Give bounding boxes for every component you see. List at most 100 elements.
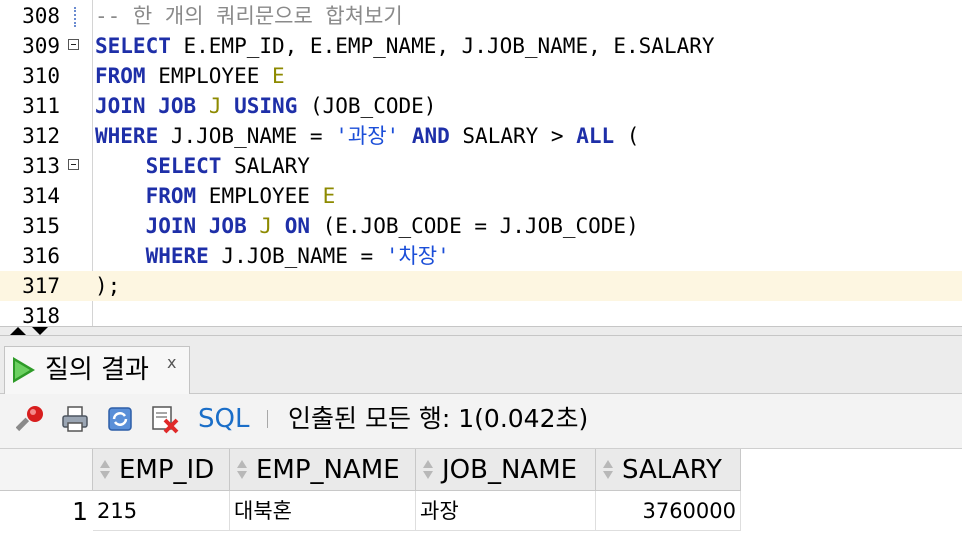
sql-keyword: AND (411, 124, 450, 148)
cell-emp-name[interactable]: 대북혼 (230, 491, 416, 531)
sql-string: '과장' (335, 124, 400, 148)
code-text: FROM EMPLOYEE E (95, 61, 285, 91)
cell-emp-id[interactable]: 215 (93, 491, 230, 531)
sql-alias: J (259, 214, 273, 238)
code-line[interactable]: 314 FROM EMPLOYEE E (0, 181, 962, 211)
close-icon[interactable]: x (167, 353, 176, 373)
fold-toggle-icon[interactable] (68, 159, 79, 170)
sql-text: ( (614, 124, 640, 148)
sql-keyword: FROM (95, 64, 146, 88)
sort-icon[interactable] (99, 460, 111, 480)
sql-keyword: WHERE (145, 244, 209, 268)
sql-text: EMPLOYEE (196, 184, 323, 208)
column-header-label: SALARY (622, 455, 722, 485)
code-text: JOIN JOB J USING (JOB_CODE) (95, 91, 436, 121)
code-line[interactable]: 312 WHERE J.JOB_NAME = '과장' AND SALARY > … (0, 121, 962, 151)
pane-splitter[interactable] (0, 326, 962, 336)
collapse-down-icon[interactable] (32, 327, 48, 335)
grid-corner (0, 449, 93, 491)
sql-keyword: SELECT (95, 34, 171, 58)
sql-string: '차장' (385, 244, 450, 268)
sql-alias: J (208, 94, 222, 118)
run-icon-highlight (15, 361, 30, 379)
row-number: 1 (72, 497, 88, 526)
sort-icon[interactable] (422, 460, 434, 480)
sql-keyword: FROM (145, 184, 197, 208)
column-header-label: EMP_ID (119, 455, 215, 485)
sql-keyword: USING (234, 94, 298, 118)
column-header-salary[interactable]: SALARY (596, 449, 741, 491)
sql-button[interactable]: SQL (198, 402, 249, 436)
line-number: 311 (22, 94, 60, 118)
sort-icon[interactable] (602, 460, 614, 480)
table-row[interactable]: 1 215 대북혼 과장 3760000 (0, 491, 962, 531)
sql-text: J.JOB_NAME = (208, 244, 386, 268)
code-line[interactable]: 310 FROM EMPLOYEE E (0, 61, 962, 91)
code-line[interactable]: 315 JOIN JOB J ON (E.JOB_CODE = J.JOB_CO… (0, 211, 962, 241)
line-number: 310 (22, 64, 60, 88)
code-line[interactable]: 318 (0, 301, 962, 326)
code-text: JOIN JOB J ON (E.JOB_CODE = J.JOB_CODE) (95, 211, 639, 241)
toolbar-separator (267, 410, 268, 428)
code-text: SELECT SALARY (95, 151, 310, 181)
sql-text: SALARY (221, 154, 310, 178)
sort-icon[interactable] (236, 460, 248, 480)
sql-keyword: SELECT (145, 154, 222, 178)
cell-salary[interactable]: 3760000 (596, 491, 741, 531)
sql-keyword: JOIN JOB (145, 214, 247, 238)
results-grid[interactable]: EMP_ID EMP_NAME JOB_NAME SALARY 1 215 대북… (0, 448, 962, 547)
sql-text: E.EMP_ID, E.EMP_NAME, J.JOB_NAME, E.SALA… (170, 34, 715, 58)
line-number: 308 (22, 4, 60, 28)
sql-text: J.JOB_NAME = (158, 124, 336, 148)
code-line[interactable]: 309 SELECT E.EMP_ID, E.EMP_NAME, J.JOB_NA… (0, 31, 962, 61)
cell-job-name[interactable]: 과장 (416, 491, 596, 531)
code-text: FROM EMPLOYEE E (95, 181, 336, 211)
pin-icon[interactable] (16, 404, 46, 434)
tab-query-result[interactable]: 질의 결과 x (4, 346, 190, 394)
tab-label: 질의 결과 (45, 355, 149, 385)
sql-text: SALARY > (449, 124, 577, 148)
sql-text: (JOB_CODE) (297, 94, 437, 118)
line-number: 314 (22, 184, 60, 208)
sql-editor[interactable]: 308 -- 한 개의 쿼리문으로 합쳐보기 309 SELECT E.EMP_ID,… (0, 0, 962, 326)
cancel-query-icon[interactable] (150, 404, 180, 434)
code-text: ); (95, 271, 120, 301)
column-header-emp-id[interactable]: EMP_ID (93, 449, 230, 491)
column-header-emp-name[interactable]: EMP_NAME (230, 449, 416, 491)
fetch-status: 인출된 모든 행: 1(0.042초) (288, 404, 589, 433)
line-number: 312 (22, 124, 60, 148)
sql-alias: E (272, 64, 285, 88)
column-header-job-name[interactable]: JOB_NAME (416, 449, 596, 491)
results-toolbar: SQL 인출된 모든 행: 1(0.042초) (0, 394, 962, 448)
refresh-icon[interactable] (105, 404, 135, 434)
code-text: WHERE J.JOB_NAME = '차장' (95, 241, 450, 271)
sql-text: EMPLOYEE (145, 64, 273, 88)
sql-keyword: WHERE (95, 124, 159, 148)
fold-toggle-icon[interactable] (68, 39, 79, 50)
bookmark-marker (74, 7, 78, 27)
line-number: 315 (22, 214, 60, 238)
code-line[interactable]: 313 SELECT SALARY (0, 151, 962, 181)
code-text: SELECT E.EMP_ID, E.EMP_NAME, J.JOB_NAME,… (95, 31, 715, 61)
line-number: 313 (22, 154, 60, 178)
line-number: 316 (22, 244, 60, 268)
code-line[interactable]: 311 JOIN JOB J USING (JOB_CODE) (0, 91, 962, 121)
code-text: WHERE J.JOB_NAME = '과장' AND SALARY > ALL… (95, 121, 639, 151)
sql-text: ); (95, 274, 121, 298)
sql-keyword: JOIN JOB (95, 94, 197, 118)
code-line[interactable]: 316 WHERE J.JOB_NAME = '차장' (0, 241, 962, 271)
print-icon[interactable] (60, 404, 90, 434)
collapse-up-icon[interactable] (10, 327, 26, 335)
code-line[interactable]: 308 -- 한 개의 쿼리문으로 합쳐보기 (0, 1, 962, 31)
code-line[interactable]: 317); (0, 271, 962, 301)
code-text: -- 한 개의 쿼리문으로 합쳐보기 (95, 1, 403, 31)
